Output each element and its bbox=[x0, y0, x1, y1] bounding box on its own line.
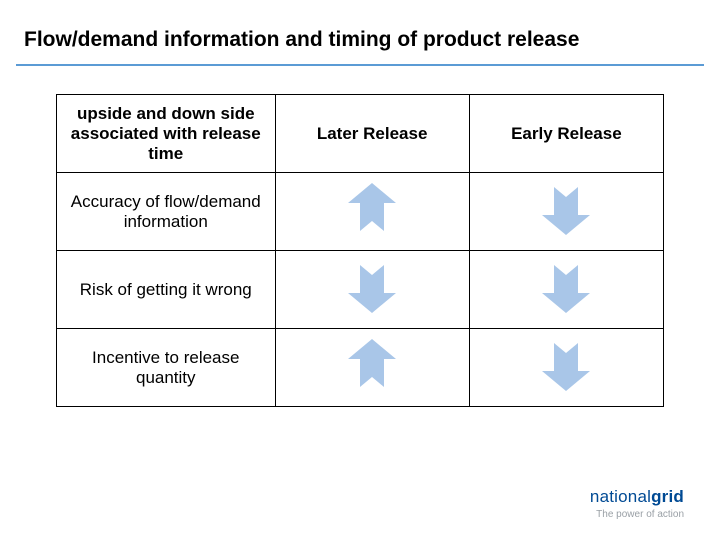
col-early-release: Early Release bbox=[469, 95, 663, 173]
table-row: Risk of getting it wrong bbox=[57, 251, 664, 329]
arrow-cell-early bbox=[469, 251, 663, 329]
arrow-down-icon bbox=[540, 181, 592, 237]
arrow-cell-early bbox=[469, 173, 663, 251]
arrow-cell-later bbox=[275, 329, 469, 407]
arrow-cell-later bbox=[275, 173, 469, 251]
row-label: Incentive to release quantity bbox=[57, 329, 276, 407]
arrow-cell-later bbox=[275, 251, 469, 329]
arrow-cell-early bbox=[469, 329, 663, 407]
arrow-up-icon bbox=[346, 337, 398, 393]
arrow-down-icon bbox=[346, 259, 398, 315]
comparison-table-wrap: upside and down side associated with rel… bbox=[56, 94, 664, 407]
arrow-up-icon bbox=[346, 181, 398, 237]
brand-part1: national bbox=[590, 487, 651, 506]
arrow-down-icon bbox=[540, 259, 592, 315]
page-title: Flow/demand information and timing of pr… bbox=[0, 0, 720, 60]
col-later-release: Later Release bbox=[275, 95, 469, 173]
table-header-row: upside and down side associated with rel… bbox=[57, 95, 664, 173]
arrow-down-icon bbox=[540, 337, 592, 393]
table-row: Accuracy of flow/demand information bbox=[57, 173, 664, 251]
footer-brand: nationalgrid The power of action bbox=[590, 487, 684, 520]
brand-part2: grid bbox=[651, 487, 684, 506]
comparison-table: upside and down side associated with rel… bbox=[56, 94, 664, 407]
title-rule bbox=[16, 64, 704, 66]
row-label: Accuracy of flow/demand information bbox=[57, 173, 276, 251]
row-header-label: upside and down side associated with rel… bbox=[57, 95, 276, 173]
table-row: Incentive to release quantity bbox=[57, 329, 664, 407]
brand-tagline: The power of action bbox=[590, 509, 684, 520]
row-label: Risk of getting it wrong bbox=[57, 251, 276, 329]
brand-logo: nationalgrid bbox=[590, 487, 684, 507]
